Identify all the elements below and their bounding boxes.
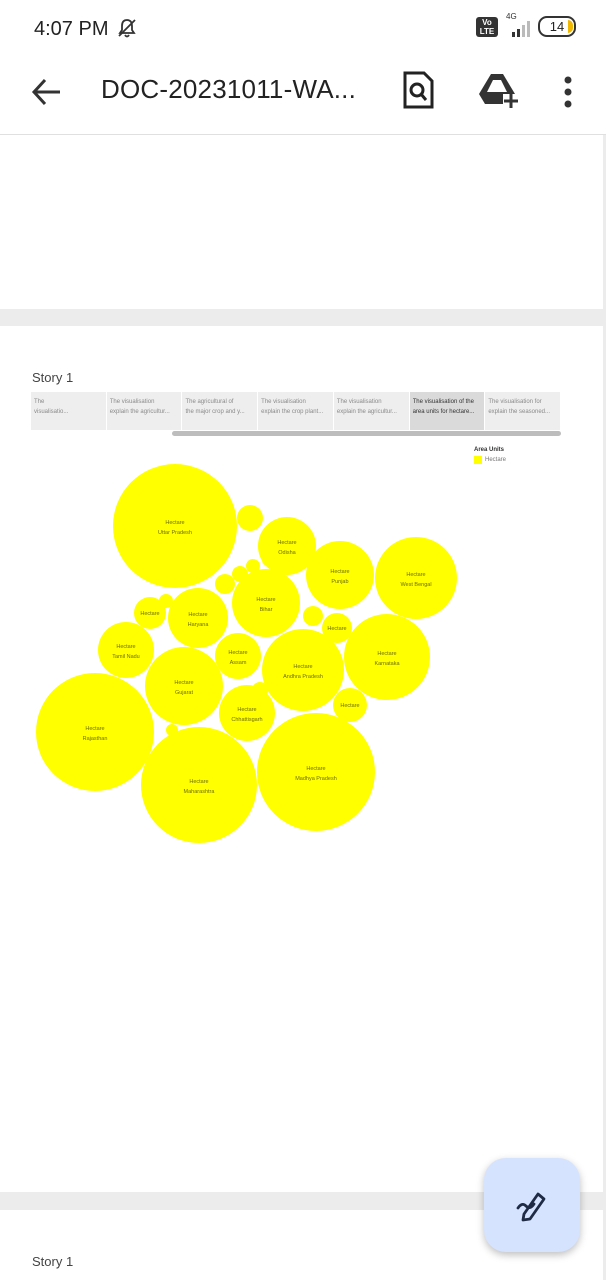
bubble-circle[interactable]: [168, 588, 228, 648]
bubble-circle[interactable]: [113, 464, 237, 588]
bubble-mark[interactable]: Hectare Uttar Pradesh: [113, 464, 237, 588]
bubble-mark[interactable]: Hectare: [333, 688, 367, 722]
bubble-state-label: Odisha: [278, 550, 296, 556]
edit-pen-icon: [516, 1192, 546, 1222]
bubble-measure-label: Hectare: [256, 597, 275, 603]
bubble-mark[interactable]: Hectare Chhattisgarh: [219, 685, 275, 741]
bubble-state-label: Uttar Pradesh: [158, 530, 192, 536]
muted-bell-icon: [118, 19, 136, 38]
bubble-mark[interactable]: Hectare Andhra Pradesh: [262, 629, 344, 711]
status-bar: 4:07 PM Vo LTE 4G 14: [0, 0, 606, 58]
bubble-measure-label: Hectare: [406, 572, 425, 578]
bubble-measure-label: Hectare: [293, 664, 312, 670]
bubble-circle[interactable]: [262, 629, 344, 711]
bubble-state-label: Punjab: [331, 579, 348, 585]
bubble-measure-label: Hectare: [189, 779, 208, 785]
bubble-chart: Hectare Uttar Pradesh Hectare Odisha Hectare…: [36, 464, 457, 843]
bubble-mark[interactable]: Hectare: [134, 597, 166, 629]
bubble-state-label: Madhya Pradesh: [295, 776, 337, 782]
bubble-measure-label: Hectare: [228, 650, 247, 656]
bubble-measure-label: Hectare: [277, 540, 296, 546]
bubble-circle[interactable]: [306, 541, 374, 609]
bubble-measure-label: Hectare: [116, 644, 135, 650]
more-options-icon[interactable]: [558, 74, 578, 110]
bubble-mark[interactable]: Hectare Haryana: [168, 588, 228, 648]
bubble-state-label: Haryana: [188, 622, 210, 628]
battery-icon: 14: [538, 16, 576, 37]
bubble-circle[interactable]: [232, 569, 300, 637]
bubble-measure-label: Hectare: [306, 766, 325, 772]
bubble-measure-label: Hectare: [140, 611, 159, 617]
bubble-circle[interactable]: [145, 647, 223, 725]
bubble-state-label: Andhra Pradesh: [283, 674, 323, 680]
bubble-state-label: Chhattisgarh: [231, 717, 262, 723]
bubble-state-label: Rajasthan: [83, 736, 108, 742]
bubble-mark-small[interactable]: [215, 574, 235, 594]
document-page-story: Story 1 The visualisatio... The visualisa…: [0, 326, 603, 1192]
bubble-measure-label: Hectare: [377, 651, 396, 657]
document-page: [0, 135, 603, 309]
bubble-circle[interactable]: [219, 685, 275, 741]
bubble-mark[interactable]: Hectare Rajasthan: [36, 673, 154, 791]
bubble-mark[interactable]: Hectare Bihar: [232, 569, 300, 637]
bubble-mark-small[interactable]: [237, 505, 263, 531]
bubble-mark[interactable]: Hectare West Bengal: [375, 537, 457, 619]
bubble-circle[interactable]: [215, 633, 261, 679]
document-preview-icon[interactable]: [402, 71, 434, 109]
bubble-state-label: Bihar: [260, 607, 273, 613]
bubble-mark[interactable]: Hectare Tamil Nadu: [98, 622, 154, 678]
bubble-mark[interactable]: Hectare Assam: [215, 633, 261, 679]
bubble-measure-label: Hectare: [340, 703, 359, 709]
bubble-mark[interactable]: Hectare Madhya Pradesh: [257, 713, 375, 831]
battery-level: 14: [549, 19, 565, 34]
bubble-measure-label: Hectare: [327, 626, 346, 632]
bubble-measure-label: Hectare: [165, 520, 184, 526]
bubble-state-label: Gujarat: [175, 690, 194, 696]
bubble-mark[interactable]: Hectare Maharashtra: [141, 727, 257, 843]
app-bar: DOC-20231011-WA...: [0, 58, 606, 135]
bubble-circle[interactable]: [257, 713, 375, 831]
bubble-circle[interactable]: [141, 727, 257, 843]
edit-fab-button[interactable]: [484, 1158, 580, 1252]
bubble-circle[interactable]: [36, 673, 154, 791]
bubble-circle[interactable]: [344, 614, 430, 700]
bubble-measure-label: Hectare: [237, 707, 256, 713]
bubble-state-label: Maharashtra: [184, 789, 216, 795]
back-arrow-icon[interactable]: [30, 75, 64, 109]
bubble-circle[interactable]: [375, 537, 457, 619]
bubble-measure-label: Hectare: [174, 680, 193, 686]
bubble-measure-label: Hectare: [330, 569, 349, 575]
bubble-state-label: Karnataka: [374, 661, 400, 667]
bubble-circle[interactable]: [98, 622, 154, 678]
volte-icon: Vo LTE: [476, 16, 498, 37]
add-to-drive-icon[interactable]: [479, 72, 519, 108]
bubble-state-label: Tamil Nadu: [112, 654, 140, 660]
signal-icon: 4G: [504, 12, 532, 37]
story-title: Story 1: [32, 1254, 74, 1269]
status-time: 4:07 PM: [34, 18, 109, 40]
bubble-mark[interactable]: Hectare Gujarat: [145, 647, 223, 725]
bubble-mark-small[interactable]: [303, 606, 323, 626]
bubble-measure-label: Hectare: [85, 726, 104, 732]
bubble-mark[interactable]: Hectare Karnataka: [344, 614, 430, 700]
bubble-state-label: Assam: [230, 660, 247, 666]
bubble-mark[interactable]: Hectare Punjab: [306, 541, 374, 609]
bubble-measure-label: Hectare: [188, 612, 207, 618]
bubble-state-label: West Bengal: [400, 582, 431, 588]
document-title: DOC-20231011-WA...: [101, 74, 357, 104]
